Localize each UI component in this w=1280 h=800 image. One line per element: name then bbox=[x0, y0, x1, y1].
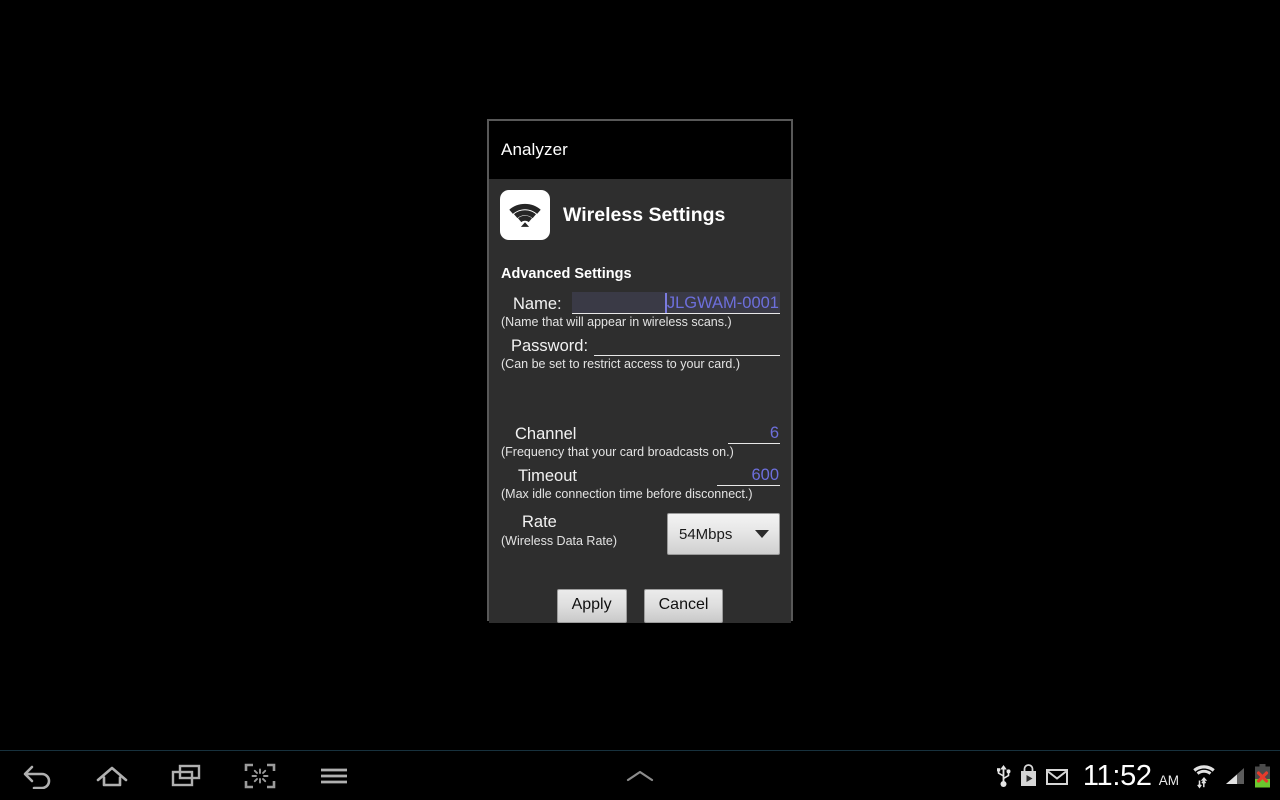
usb-icon bbox=[995, 764, 1012, 788]
name-hint: (Name that will appear in wireless scans… bbox=[501, 315, 732, 329]
rate-hint: (Wireless Data Rate) bbox=[501, 534, 617, 548]
timeout-hint: (Max idle connection time before disconn… bbox=[501, 487, 753, 501]
password-field-row: Password: bbox=[500, 334, 780, 356]
nav-button-group bbox=[14, 751, 358, 800]
rate-value: 54Mbps bbox=[679, 525, 733, 543]
window-title: Analyzer bbox=[501, 140, 568, 159]
dialog-titlebar: Analyzer bbox=[489, 121, 791, 179]
wifi-icon bbox=[1191, 763, 1217, 789]
system-navigation-bar: 11:52 AM bbox=[0, 750, 1280, 800]
home-icon[interactable] bbox=[88, 753, 136, 799]
timeout-field-row: Timeout 600 bbox=[500, 464, 780, 486]
cancel-button[interactable]: Cancel bbox=[643, 589, 724, 623]
timeout-value: 600 bbox=[751, 465, 779, 484]
name-label: Name: bbox=[513, 295, 562, 313]
page-title: Wireless Settings bbox=[563, 203, 726, 226]
password-hint: (Can be set to restrict access to your c… bbox=[501, 357, 740, 371]
section-title: Advanced Settings bbox=[501, 266, 632, 282]
timeout-input[interactable]: 600 bbox=[717, 464, 780, 486]
back-icon[interactable] bbox=[14, 753, 62, 799]
chevron-down-icon bbox=[755, 530, 769, 538]
password-input[interactable] bbox=[594, 334, 780, 356]
rate-label: Rate bbox=[522, 513, 557, 531]
battery-error-icon bbox=[1253, 763, 1272, 789]
menu-icon[interactable] bbox=[310, 753, 358, 799]
apply-button[interactable]: Apply bbox=[556, 589, 627, 623]
channel-hint: (Frequency that your card broadcasts on.… bbox=[501, 445, 734, 459]
channel-field-row: Channel 6 bbox=[500, 422, 780, 444]
cell-signal-icon bbox=[1223, 764, 1247, 788]
rate-select[interactable]: 54Mbps bbox=[667, 513, 780, 555]
play-store-icon bbox=[1018, 764, 1039, 788]
gmail-icon bbox=[1045, 764, 1069, 788]
screenshot-icon[interactable] bbox=[236, 753, 284, 799]
password-label: Password: bbox=[511, 337, 589, 355]
status-clock: 11:52 bbox=[1082, 760, 1152, 792]
status-meridiem: AM bbox=[1158, 773, 1179, 788]
name-input[interactable]: JLGWAM-0001 bbox=[571, 292, 780, 314]
wifi-icon bbox=[500, 190, 550, 240]
dialog-header: Wireless Settings bbox=[500, 190, 780, 240]
wireless-settings-dialog: Analyzer Wireless Settings Advanced Sett… bbox=[487, 119, 793, 623]
name-field-row: Name: JLGWAM-0001 bbox=[500, 292, 780, 314]
dialog-body: Wireless Settings Advanced Settings Name… bbox=[489, 179, 791, 623]
channel-label: Channel bbox=[515, 425, 577, 443]
rate-text-block: Rate (Wireless Data Rate) bbox=[500, 511, 667, 549]
chevron-up-icon[interactable] bbox=[616, 751, 664, 800]
timeout-label: Timeout bbox=[518, 467, 577, 485]
screen: Analyzer Wireless Settings Advanced Sett… bbox=[0, 0, 1280, 800]
channel-value: 6 bbox=[769, 423, 779, 442]
recents-icon[interactable] bbox=[162, 753, 210, 799]
rate-field-row: Rate (Wireless Data Rate) 54Mbps bbox=[500, 511, 780, 555]
channel-input[interactable]: 6 bbox=[728, 422, 780, 444]
name-value: JLGWAM-0001 bbox=[666, 293, 779, 312]
status-tray[interactable]: 11:52 AM bbox=[995, 751, 1272, 800]
dialog-button-row: Apply Cancel bbox=[500, 589, 780, 623]
